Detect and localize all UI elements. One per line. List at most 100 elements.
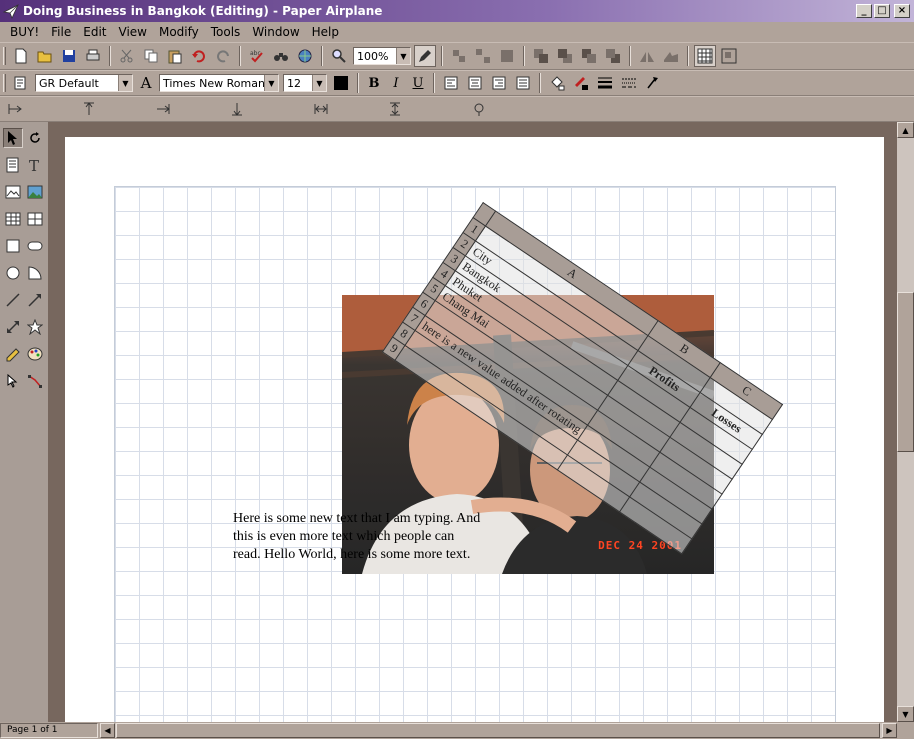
menu-tools[interactable]: Tools [205, 25, 247, 39]
font-size-select[interactable]: 12 ▼ [283, 74, 327, 92]
menu-view[interactable]: View [113, 25, 153, 39]
align-bottom-edges-button[interactable] [226, 98, 248, 120]
align-right-button[interactable] [488, 72, 510, 94]
table-frame-tool[interactable] [3, 209, 23, 229]
text-frame-icon [6, 157, 19, 172]
menu-help[interactable]: Help [306, 25, 345, 39]
oval-tool[interactable] [3, 263, 23, 283]
rotate-tool[interactable] [25, 128, 45, 148]
align-center-button[interactable] [464, 72, 486, 94]
center-horizontal-button[interactable] [310, 98, 332, 120]
menu-edit[interactable]: Edit [77, 25, 112, 39]
text-frame[interactable]: Here is some new text that I am typing. … [233, 510, 533, 564]
italic-button[interactable]: I [386, 73, 406, 93]
menu-file[interactable]: File [45, 25, 77, 39]
arrow-line-tool[interactable] [25, 290, 45, 310]
redo-button[interactable] [212, 45, 234, 67]
copy-button[interactable] [140, 45, 162, 67]
text-color-button[interactable] [330, 72, 352, 94]
zoom-select[interactable]: 100% ▼ [353, 47, 411, 65]
scroll-right-button[interactable]: ▶ [882, 723, 897, 738]
combine-button[interactable] [496, 45, 518, 67]
snap-button[interactable] [718, 45, 740, 67]
vertical-scroll-thumb[interactable] [897, 292, 914, 452]
edit-mode-button[interactable] [414, 45, 436, 67]
rotate-button[interactable] [468, 98, 490, 120]
text-frame-tool[interactable] [3, 155, 23, 175]
align-left-button[interactable] [440, 72, 462, 94]
underline-button[interactable]: U [408, 73, 428, 93]
align-right-edges-button[interactable] [152, 98, 174, 120]
find-button[interactable] [270, 45, 292, 67]
center-vertical-button[interactable] [384, 98, 406, 120]
flip-horizontal-button[interactable] [636, 45, 658, 67]
image-tool[interactable] [25, 182, 45, 202]
rectangle-tool[interactable] [3, 236, 23, 256]
open-button[interactable] [34, 45, 56, 67]
menu-window[interactable]: Window [246, 25, 305, 39]
menu-modify[interactable]: Modify [153, 25, 205, 39]
line-tool[interactable] [3, 290, 23, 310]
undo-button[interactable] [188, 45, 210, 67]
web-button[interactable] [294, 45, 316, 67]
node-select-tool[interactable] [3, 371, 23, 391]
ungroup-button[interactable] [472, 45, 494, 67]
spellcheck-button[interactable]: abc [246, 45, 268, 67]
font-icon: A [140, 74, 152, 92]
paste-button[interactable] [164, 45, 186, 67]
rotate-arrow-icon [30, 131, 40, 143]
rounded-rectangle-tool[interactable] [25, 236, 45, 256]
vertical-scrollbar[interactable]: ▲ ▼ [897, 122, 914, 722]
arc-tool[interactable] [25, 263, 45, 283]
text-tool[interactable]: T [25, 155, 45, 175]
fill-color-button[interactable] [546, 72, 568, 94]
select-tool[interactable] [3, 127, 23, 148]
minimize-button[interactable]: _ [856, 4, 872, 18]
image-frame-tool[interactable] [3, 182, 23, 202]
bold-button[interactable]: B [364, 73, 384, 93]
bring-forward-button[interactable] [578, 45, 600, 67]
bezier-tool[interactable] [25, 371, 45, 391]
justify-button[interactable] [512, 72, 534, 94]
horizontal-scroll-thumb[interactable] [116, 723, 880, 738]
maximize-button[interactable]: □ [874, 4, 890, 18]
grid-button[interactable] [694, 45, 716, 67]
star-tool[interactable] [25, 317, 45, 337]
align-top-edges-button[interactable] [78, 98, 100, 120]
page[interactable]: DEC 24 2001 Here is some new text that I… [65, 137, 884, 722]
zoom-button[interactable] [328, 45, 350, 67]
align-left-edges-button[interactable] [4, 98, 26, 120]
table-tool[interactable] [25, 209, 45, 229]
document-area[interactable]: DEC 24 2001 Here is some new text that I… [48, 122, 897, 722]
flip-vertical-button[interactable] [660, 45, 682, 67]
paint-tool[interactable] [25, 344, 45, 364]
style-select[interactable]: GR Default ▼ [35, 74, 133, 92]
arrow-style-button[interactable] [642, 72, 664, 94]
scroll-down-button[interactable]: ▼ [897, 706, 914, 722]
toolbar-grip[interactable] [3, 74, 6, 92]
scroll-left-button[interactable]: ◀ [100, 723, 115, 738]
send-to-back-button[interactable] [554, 45, 576, 67]
scroll-up-button[interactable]: ▲ [897, 122, 914, 138]
style-button[interactable] [10, 72, 32, 94]
font-select[interactable]: Times New Roman ▼ [159, 74, 279, 92]
horizontal-scrollbar[interactable]: ◀ ▶ [100, 723, 897, 738]
save-button[interactable] [58, 45, 80, 67]
pencil-tool[interactable] [3, 344, 23, 364]
line-color-button[interactable] [570, 72, 592, 94]
svg-text:T: T [29, 157, 39, 173]
send-backward-button[interactable] [602, 45, 624, 67]
chevron-down-icon: ▼ [118, 75, 132, 91]
close-button[interactable]: × [894, 4, 910, 18]
menu-buy[interactable]: BUY! [4, 25, 45, 39]
group-button[interactable] [448, 45, 470, 67]
menu-bar: BUY! File Edit View Modify Tools Window … [0, 22, 914, 42]
cut-button[interactable] [116, 45, 138, 67]
bring-to-front-button[interactable] [530, 45, 552, 67]
line-style-button[interactable] [618, 72, 640, 94]
new-button[interactable] [10, 45, 32, 67]
toolbar-grip[interactable] [3, 47, 6, 65]
line-weight-button[interactable] [594, 72, 616, 94]
double-arrow-tool[interactable] [3, 317, 23, 337]
print-button[interactable] [82, 45, 104, 67]
